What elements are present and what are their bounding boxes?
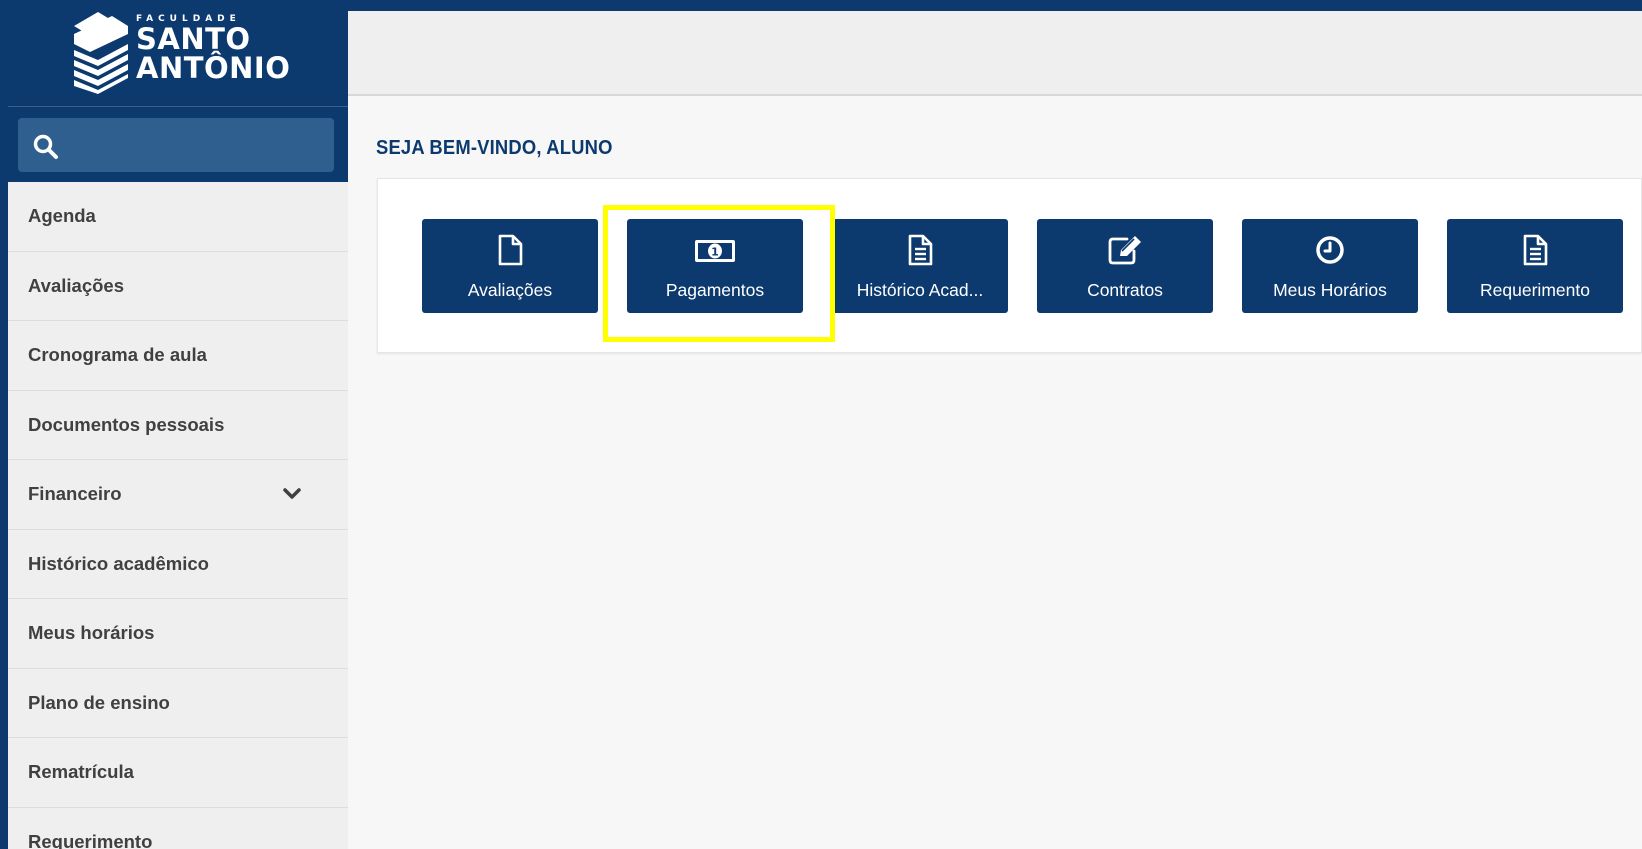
sidebar-menu: Agenda Avaliações Cronograma de aula Doc… — [8, 182, 348, 849]
page-title: SEJA BEM-VINDO, ALUNO — [376, 137, 613, 159]
tile-label: Avaliações — [467, 280, 553, 300]
brand-text: FACULDADE SANTO ANTÔNIO — [136, 14, 290, 83]
document-lines-icon — [1523, 234, 1548, 266]
search-area — [8, 106, 348, 182]
sidebar-item-requerimento[interactable]: Requerimento — [8, 807, 348, 849]
sidebar: FACULDADE SANTO ANTÔNIO Agenda Avaliaçõe… — [8, 0, 348, 849]
brand-line1: SANTO — [136, 22, 251, 56]
tile-label: Requerimento — [1480, 280, 1590, 300]
edit-icon — [1108, 236, 1141, 265]
tile-meus-horarios[interactable]: Meus Horários — [1242, 219, 1418, 313]
top-bar — [348, 11, 1642, 96]
sidebar-item-meus-horarios[interactable]: Meus horários — [8, 599, 348, 669]
sidebar-item-historico[interactable]: Histórico acadêmico — [8, 529, 348, 599]
sidebar-item-label: Agenda — [28, 205, 96, 227]
tile-label: Histórico Acad... — [856, 280, 984, 300]
brand-line2: ANTÔNIO — [136, 51, 291, 85]
sidebar-item-label: Plano de ensino — [28, 691, 170, 713]
tile-contratos[interactable]: Contratos — [1037, 219, 1213, 313]
sidebar-item-label: Requerimento — [28, 830, 153, 849]
sidebar-item-label: Histórico acadêmico — [28, 552, 209, 574]
tile-historico-academico[interactable]: Histórico Acad... — [832, 219, 1008, 313]
tile-label: Contratos — [1087, 280, 1163, 300]
tile-label: Meus Horários — [1273, 280, 1387, 300]
sidebar-item-financeiro[interactable]: Financeiro — [8, 460, 348, 530]
search-input[interactable] — [18, 118, 334, 172]
sidebar-item-label: Rematrícula — [28, 761, 134, 783]
sidebar-item-label: Documentos pessoais — [28, 413, 225, 435]
tile-avaliacoes[interactable]: Avaliações — [422, 219, 598, 313]
app-frame: FACULDADE SANTO ANTÔNIO Agenda Avaliaçõe… — [8, 0, 1642, 849]
document-lines-icon — [908, 234, 933, 266]
highlight-box — [603, 205, 835, 342]
sidebar-item-plano-ensino[interactable]: Plano de ensino — [8, 668, 348, 738]
clock-icon — [1316, 236, 1344, 264]
logo-area[interactable]: FACULDADE SANTO ANTÔNIO — [8, 0, 348, 106]
logo-mark-icon — [74, 12, 128, 94]
file-icon — [498, 234, 523, 266]
search-icon — [33, 134, 58, 159]
sidebar-item-label: Financeiro — [28, 483, 122, 505]
sidebar-item-avaliacoes[interactable]: Avaliações — [8, 251, 348, 321]
sidebar-item-documentos[interactable]: Documentos pessoais — [8, 390, 348, 460]
chevron-down-icon — [283, 488, 301, 499]
sidebar-item-label: Cronograma de aula — [28, 344, 207, 366]
sidebar-item-label: Avaliações — [28, 274, 124, 296]
sidebar-item-label: Meus horários — [28, 622, 155, 644]
sidebar-item-rematricula[interactable]: Rematrícula — [8, 738, 348, 808]
tile-requerimento[interactable]: Requerimento — [1447, 219, 1623, 313]
sidebar-item-cronograma[interactable]: Cronograma de aula — [8, 321, 348, 391]
sidebar-item-agenda[interactable]: Agenda — [8, 182, 348, 252]
